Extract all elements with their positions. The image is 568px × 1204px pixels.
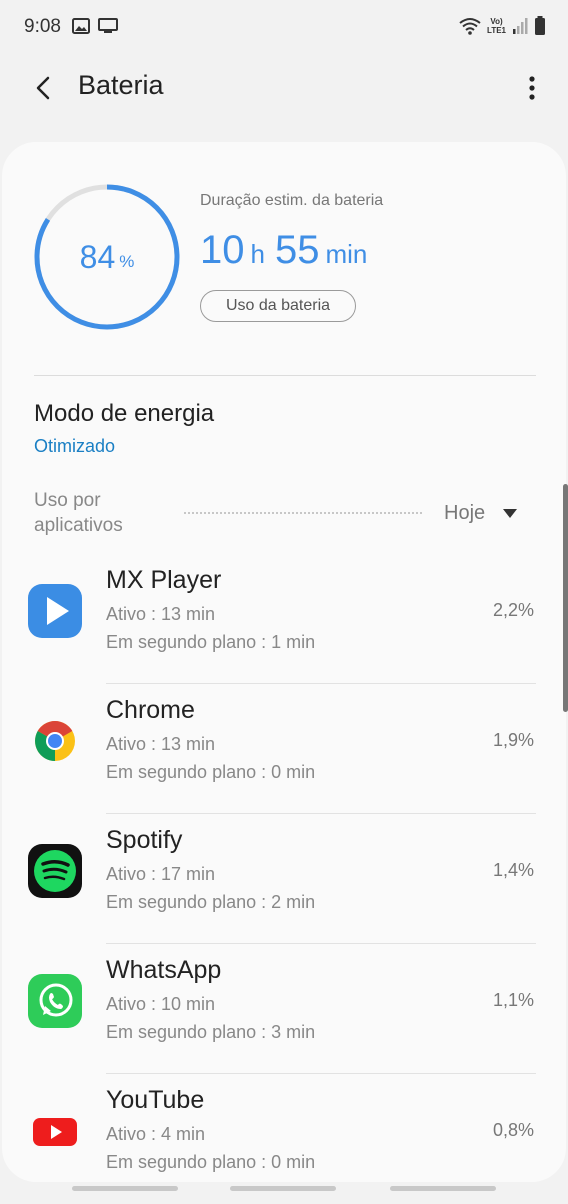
gallery-icon — [72, 18, 90, 34]
navigation-bar — [0, 1186, 568, 1192]
page-title: Bateria — [78, 70, 164, 100]
app-row-mx-player[interactable]: MX Player Ativo : 13 min Em segundo plan… — [2, 554, 566, 684]
app-active-time: Ativo : 13 min — [106, 604, 216, 624]
app-name: Spotify — [106, 826, 183, 854]
wifi-icon — [459, 18, 481, 35]
status-bar: 9:08 Vo) LTE1 — [0, 0, 568, 56]
estimate-label: Duração estim. da bateria — [200, 192, 384, 209]
nav-back-hint[interactable] — [390, 1186, 496, 1191]
youtube-icon — [33, 1118, 77, 1146]
back-button[interactable] — [28, 72, 60, 104]
dotted-separator — [184, 512, 422, 514]
estimate-value: 10 h 55 min — [200, 228, 367, 273]
battery-ring: 84 % — [32, 182, 182, 332]
battery-usage-button[interactable]: Uso da bateria — [200, 290, 356, 322]
mx-player-icon — [28, 584, 82, 638]
app-active-time: Ativo : 4 min — [106, 1124, 206, 1144]
battery-icon — [535, 16, 545, 35]
estimate-minutes: 55 — [274, 228, 320, 272]
app-percent: 1,9% — [492, 730, 534, 750]
spotify-icon — [28, 844, 82, 898]
power-mode-value: Otimizado — [34, 436, 116, 456]
app-percent: 2,2% — [492, 600, 534, 620]
dropdown-arrow-icon — [503, 508, 518, 518]
signal-icon — [513, 18, 528, 34]
more-vert-icon — [529, 76, 535, 100]
period-value: Hoje — [444, 502, 486, 524]
app-name: WhatsApp — [106, 956, 222, 984]
app-background-time: Em segundo plano : 0 min — [106, 762, 316, 782]
app-bar: Bateria — [0, 56, 568, 120]
estimate-hours: 10 — [200, 228, 245, 272]
app-row-youtube[interactable]: YouTube Ativo : 4 min Em segundo plano :… — [2, 1074, 566, 1204]
estimate-hours-unit: h — [250, 239, 265, 269]
app-percent: 0,8% — [492, 1120, 534, 1140]
app-name: YouTube — [106, 1086, 205, 1114]
app-background-time: Em segundo plano : 3 min — [106, 1022, 316, 1042]
battery-percent-unit: % — [119, 252, 135, 271]
nav-home-hint[interactable] — [230, 1186, 336, 1191]
estimate-minutes-unit: min — [325, 239, 368, 269]
app-row-whatsapp[interactable]: WhatsApp Ativo : 10 min Em segundo plano… — [2, 944, 566, 1074]
battery-card: 84 % Duração estim. da bateria 10 h 55 m… — [2, 142, 566, 1182]
section-divider — [34, 375, 536, 376]
scrollbar[interactable] — [563, 484, 568, 712]
app-percent: 1,1% — [492, 990, 534, 1010]
app-name: Chrome — [106, 696, 195, 724]
app-active-time: Ativo : 17 min — [106, 864, 216, 884]
app-usage-label: Uso por aplicativos — [34, 490, 123, 536]
app-active-time: Ativo : 10 min — [106, 994, 216, 1014]
power-mode-title: Modo de energia — [34, 400, 215, 427]
app-row-chrome[interactable]: Chrome Ativo : 13 min Em segundo plano :… — [2, 684, 566, 814]
cast-icon — [98, 18, 118, 33]
app-background-time: Em segundo plano : 1 min — [106, 632, 316, 652]
nav-recent-hint[interactable] — [72, 1186, 178, 1191]
app-percent: 1,4% — [492, 860, 534, 880]
app-name: MX Player — [106, 566, 222, 594]
app-row-spotify[interactable]: Spotify Ativo : 17 min Em segundo plano … — [2, 814, 566, 944]
app-background-time: Em segundo plano : 0 min — [106, 1152, 316, 1172]
lte-indicator: Vo) LTE1 — [487, 17, 506, 35]
app-active-time: Ativo : 13 min — [106, 734, 216, 754]
period-dropdown[interactable]: Hoje — [444, 502, 518, 525]
battery-percent: 84 — [79, 238, 116, 275]
more-options-button[interactable] — [526, 72, 538, 104]
chrome-icon — [35, 721, 75, 761]
whatsapp-icon — [28, 974, 82, 1028]
back-arrow-icon — [36, 76, 50, 100]
app-background-time: Em segundo plano : 2 min — [106, 892, 316, 912]
status-time: 9:08 — [24, 16, 61, 37]
